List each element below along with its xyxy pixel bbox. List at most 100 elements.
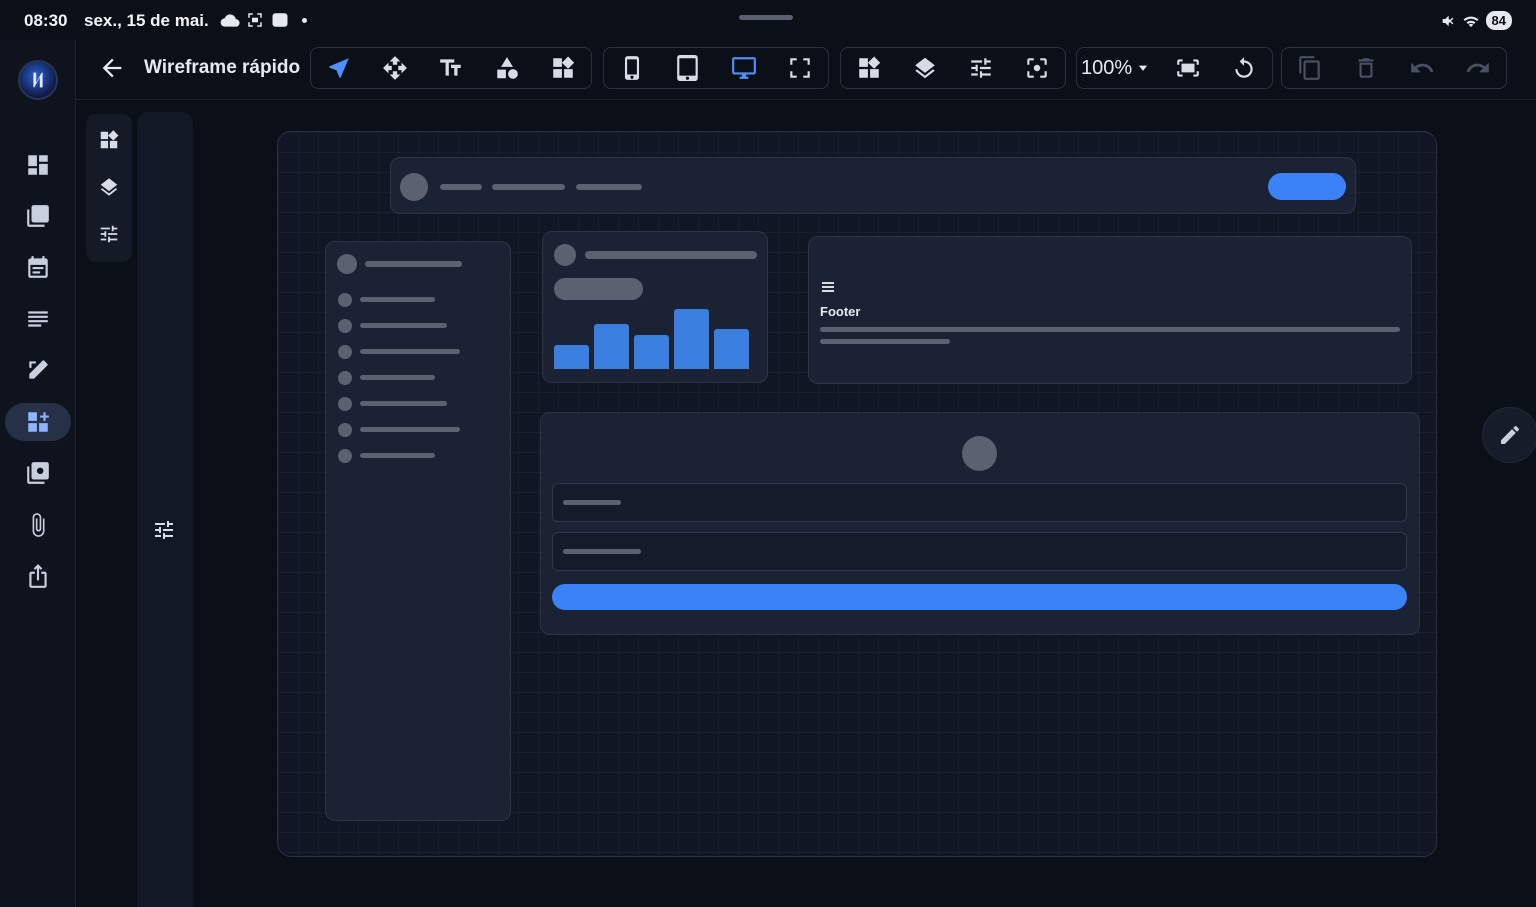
delete-icon xyxy=(1358,58,1374,78)
footer-line-placeholder xyxy=(820,339,950,344)
status-dot xyxy=(302,17,307,23)
navigation-arrow-icon xyxy=(329,58,349,78)
rail-properties-button[interactable] xyxy=(95,220,123,248)
text-tool-button[interactable] xyxy=(423,48,479,88)
form-submit-placeholder xyxy=(552,584,1407,610)
calendar-icon xyxy=(28,256,48,278)
wireframe-chart-card[interactable] xyxy=(542,231,768,383)
nav-media[interactable] xyxy=(5,454,71,492)
status-time: 08:30 xyxy=(24,11,68,30)
navbar-link-placeholder xyxy=(440,184,482,190)
mute-icon xyxy=(1442,15,1453,26)
nav-dashboard[interactable] xyxy=(5,146,71,184)
copy-icon xyxy=(1299,56,1320,80)
form-avatar-placeholder xyxy=(962,436,997,471)
fit-screen-button[interactable] xyxy=(1160,48,1216,88)
footer-line-placeholder xyxy=(820,327,1400,332)
status-icons xyxy=(220,11,307,29)
chart-bar xyxy=(674,309,709,369)
sidebar-item-line xyxy=(360,375,435,380)
undo-button[interactable] xyxy=(1394,48,1450,88)
navbar-avatar-placeholder xyxy=(400,173,428,201)
sidebar-item-dot xyxy=(338,293,352,307)
tune-icon xyxy=(155,521,173,539)
redo-icon xyxy=(1466,62,1489,73)
edit-fab-button[interactable] xyxy=(1482,407,1536,463)
delete-button[interactable] xyxy=(1338,48,1394,88)
multitask-handle[interactable] xyxy=(739,15,793,20)
device-tablet-button[interactable] xyxy=(660,48,716,88)
form-field-placeholder xyxy=(552,483,1407,522)
chart-card-title-placeholder xyxy=(585,251,757,259)
status-date: sex., 15 de mai. xyxy=(84,11,209,30)
dashboard-icon xyxy=(28,155,48,175)
wireframe-form-block[interactable] xyxy=(540,412,1420,635)
tool-group xyxy=(310,47,592,89)
device-fullscreen-button[interactable] xyxy=(772,48,828,88)
duplicate-button[interactable] xyxy=(1282,48,1338,88)
editor-header: Wireframe rápido 100% xyxy=(76,40,1536,100)
nav-notes[interactable] xyxy=(5,300,71,338)
tool-rail xyxy=(86,114,132,262)
widgets-icon xyxy=(100,130,119,149)
panel-group xyxy=(840,47,1066,89)
rail-layers-button[interactable] xyxy=(95,173,123,201)
nav-wireframes[interactable] xyxy=(5,403,71,441)
nav-share[interactable] xyxy=(5,557,71,595)
properties-toggle-button[interactable] xyxy=(152,518,178,544)
components-tool-button[interactable] xyxy=(535,48,591,88)
redo-button[interactable] xyxy=(1450,48,1506,88)
select-tool-button[interactable] xyxy=(311,48,367,88)
design-tools-icon xyxy=(29,360,48,379)
back-button[interactable] xyxy=(98,54,126,82)
layers-panel-button[interactable] xyxy=(897,48,953,88)
layers-icon xyxy=(915,57,935,79)
sidebar-item-dot xyxy=(338,449,352,463)
sidebar-item-line xyxy=(360,427,460,432)
cloud-icon xyxy=(220,14,240,27)
footer-block-label: Footer xyxy=(820,304,861,319)
fit-screen-icon xyxy=(1177,59,1199,77)
sidebar-item-line xyxy=(360,297,435,302)
device-phone-button[interactable] xyxy=(604,48,660,88)
properties-strip xyxy=(137,112,193,907)
widgets-add-icon xyxy=(28,412,49,432)
chart-bar xyxy=(594,324,629,369)
center-focus-icon xyxy=(1027,58,1047,78)
move-tool-button[interactable] xyxy=(367,48,423,88)
rail-components-button[interactable] xyxy=(95,126,123,154)
nav-design[interactable] xyxy=(5,351,71,389)
move-icon xyxy=(383,56,407,80)
wireframe-footer-block[interactable]: Footer xyxy=(808,236,1412,384)
sidebar-item-line xyxy=(360,323,447,328)
nav-attachments[interactable] xyxy=(5,506,71,544)
widgets-icon xyxy=(553,56,575,78)
nav-calendar[interactable] xyxy=(5,248,71,286)
wireframe-navbar[interactable] xyxy=(390,157,1356,214)
reset-view-button[interactable] xyxy=(1216,48,1272,88)
app-window-icon xyxy=(272,13,288,27)
focus-button[interactable] xyxy=(1009,48,1065,88)
wireframe-canvas[interactable]: Footer xyxy=(277,131,1437,857)
status-right: 84 xyxy=(1440,11,1512,30)
phone-icon xyxy=(624,56,640,80)
device-desktop-button[interactable] xyxy=(716,48,772,88)
nav-folders[interactable] xyxy=(5,197,71,235)
shapes-icon xyxy=(497,57,518,79)
components-panel-button[interactable] xyxy=(841,48,897,88)
navbar-link-placeholder xyxy=(492,184,565,190)
sidebar-item-dot xyxy=(338,371,352,385)
logo-mark-icon xyxy=(33,72,43,88)
screenshot-icon xyxy=(248,13,262,27)
wireframe-sidebar[interactable] xyxy=(325,241,511,821)
widgets-icon xyxy=(859,56,881,78)
app-logo[interactable] xyxy=(18,60,58,100)
chart-bar xyxy=(714,329,749,369)
zoom-dropdown[interactable]: 100% xyxy=(1077,48,1160,88)
paperclip-icon xyxy=(32,513,45,537)
sidebar-header-line-placeholder xyxy=(365,261,462,267)
chart-card-avatar-placeholder xyxy=(554,244,576,266)
zoom-label: 100% xyxy=(1081,56,1133,79)
shapes-tool-button[interactable] xyxy=(479,48,535,88)
properties-panel-button[interactable] xyxy=(953,48,1009,88)
